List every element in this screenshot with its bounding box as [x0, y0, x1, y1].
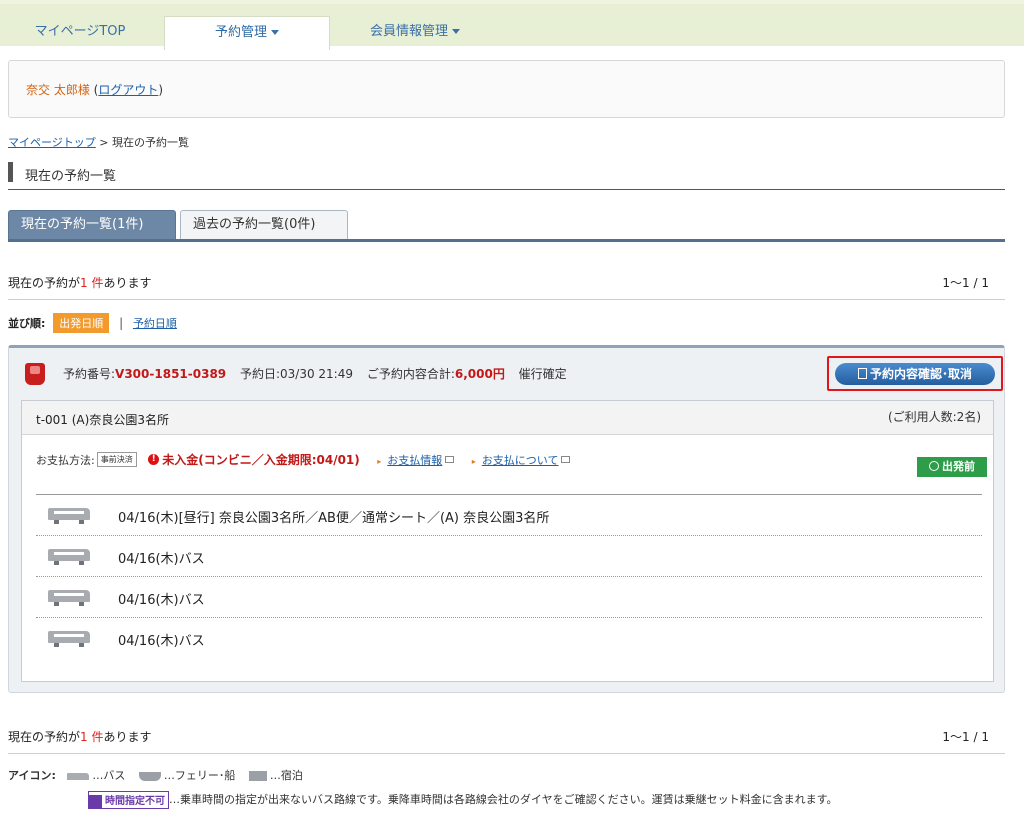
tab-current-reservations[interactable]: 現在の予約一覧(1件)	[8, 210, 176, 239]
leg-label: 04/16(木)[昼行] 奈良公園3名所／AB便／通常シート／(A) 奈良公園3…	[118, 511, 550, 526]
user-greeting: 奈交 太郎様 (ログアウト)	[26, 81, 163, 98]
time-unspecified-badge: 時間指定不可	[88, 791, 169, 809]
sort-reservation-date-link[interactable]: 予約日順	[133, 317, 177, 330]
legend-label: アイコン:	[8, 769, 56, 782]
count-number: 1 件	[80, 276, 104, 290]
reservation-count-top: 現在の予約が1 件あります 1～1 / 1	[8, 264, 1005, 300]
leg-list: 04/16(木)[昼行] 奈良公園3名所／AB便／通常シート／(A) 奈良公園3…	[36, 494, 982, 658]
count-suffix: あります	[103, 276, 152, 290]
payment-row: お支払方法:事前決済 !未入金(コンビニ／入金期限:04/01) お支払情報 お…	[36, 451, 982, 477]
status-badge: 出発前	[917, 457, 987, 477]
pagination-range: 1～1 / 1	[942, 276, 989, 290]
nav-reservation-label: 予約管理	[214, 25, 267, 40]
depart-badge-label: 出発前	[942, 460, 975, 473]
reservation-count-bottom: 現在の予約が1 件あります 1～1 / 1	[8, 718, 1005, 754]
legend-hotel: …宿泊	[269, 769, 303, 782]
list-item: 04/16(木)バス	[36, 617, 982, 658]
passenger-count: (ご利用人数:2名)	[887, 410, 981, 424]
payment-type-badge: 事前決済	[96, 452, 137, 467]
nav-member-info[interactable]: 会員情報管理	[332, 16, 498, 50]
icon-legend: アイコン: …バス …フェリー･船 …宿泊	[8, 767, 303, 783]
reservation-date: 予約日:03/30 21:49	[239, 367, 353, 381]
breadcrumb-home-link[interactable]: マイページトップ	[8, 136, 96, 149]
bus-icon	[89, 794, 102, 808]
route-header: t-001 (A)奈良公園3名所 (ご利用人数:2名)	[22, 401, 993, 435]
count-prefix: 現在の予約が	[8, 730, 81, 744]
reservation-number: V300-1851-0389	[115, 367, 227, 381]
nav-reservation-management[interactable]: 予約管理	[164, 16, 330, 50]
legend-note: 時間指定不可 …乗車時間の指定が出来ないバス路線です。乗降車時間は各路線会社のダイ…	[88, 791, 837, 809]
badge-label: 時間指定不可	[105, 796, 165, 808]
breadcrumb-current: 現在の予約一覧	[112, 136, 189, 149]
payment-info-link[interactable]: お支払情報	[377, 454, 442, 467]
sort-departure-date[interactable]: 出発日順	[53, 313, 110, 333]
total-label: ご予約内容合計:	[366, 367, 455, 381]
document-icon	[857, 368, 867, 379]
nav-member-label: 会員情報管理	[369, 24, 448, 39]
total-amount: 6,000円	[454, 367, 505, 381]
confirm-cancel-label: 予約内容確認･取消	[869, 367, 972, 381]
reservation-header: 予約番号:V300-1851-0389 予約日:03/30 21:49 ご予約内…	[9, 348, 1004, 395]
chevron-down-icon	[271, 30, 279, 35]
confirm-cancel-button[interactable]: 予約内容確認･取消	[835, 363, 995, 385]
route-name: t-001 (A)奈良公園3名所	[36, 413, 169, 427]
bus-icon	[48, 590, 90, 606]
clock-icon	[929, 461, 939, 471]
page-heading: 現在の予約一覧	[8, 160, 1005, 190]
new-window-icon	[561, 456, 571, 463]
bus-icon	[48, 549, 90, 565]
logout-link[interactable]: ログアウト	[98, 83, 158, 97]
reservation-summary: 予約番号:V300-1851-0389 予約日:03/30 21:49 ご予約内…	[63, 365, 567, 382]
page-title: 現在の予約一覧	[25, 169, 117, 184]
ferry-icon	[138, 771, 161, 781]
list-item: 04/16(木)バス	[36, 576, 982, 617]
breadcrumb-separator: >	[95, 136, 112, 149]
sort-bar: 並び順: 出発日順 | 予約日順	[8, 313, 177, 333]
count-prefix: 現在の予約が	[8, 276, 81, 290]
leg-label: 04/16(木)バス	[118, 593, 205, 608]
confirm-button-highlight: 予約内容確認･取消	[827, 356, 1003, 391]
bus-icon	[67, 772, 90, 780]
legend-ferry: …フェリー･船	[163, 769, 236, 782]
reservation-card: 予約番号:V300-1851-0389 予約日:03/30 21:49 ご予約内…	[8, 345, 1005, 693]
legend-note-text: …乗車時間の指定が出来ないバス路線です。乗降車時間は各路線会社のダイヤをご確認く…	[169, 793, 838, 806]
bus-icon	[48, 631, 90, 647]
nav-mypage-top-label: マイページTOP	[34, 24, 126, 39]
unpaid-status: 未入金(コンビニ／入金期限:04/01)	[162, 453, 360, 467]
count-text: 現在の予約が1 件あります	[8, 728, 151, 745]
new-window-icon	[445, 456, 455, 463]
heading-bar	[8, 162, 13, 182]
count-number: 1 件	[80, 730, 104, 744]
bus-icon	[48, 508, 90, 524]
list-item: 04/16(木)バス	[36, 535, 982, 576]
warning-icon: !	[148, 454, 160, 465]
payment-label: お支払方法:	[36, 453, 95, 467]
reservation-number-label: 予約番号:	[63, 367, 116, 381]
pagination-range: 1～1 / 1	[942, 730, 989, 744]
chevron-down-icon	[452, 29, 460, 34]
list-item: 04/16(木)[昼行] 奈良公園3名所／AB便／通常シート／(A) 奈良公園3…	[36, 494, 982, 535]
user-name: 奈交 太郎様	[26, 83, 90, 97]
reservation-detail: t-001 (A)奈良公園3名所 (ご利用人数:2名) お支払方法: 事前決済 !…	[21, 400, 994, 682]
paren-close: )	[158, 83, 164, 97]
about-payment-link[interactable]: お支払について	[472, 454, 559, 467]
user-box: 奈交 太郎様 (ログアウト)	[8, 60, 1005, 118]
top-nav: マイページTOP 予約管理 会員情報管理	[0, 0, 1024, 50]
sort-label: 並び順:	[8, 317, 46, 330]
legend-bus: …バス	[92, 769, 126, 782]
reservation-tag-icon	[25, 363, 45, 385]
sort-separator: |	[119, 316, 124, 330]
count-text: 現在の予約が1 件あります	[8, 274, 151, 291]
leg-label: 04/16(木)バス	[118, 634, 205, 649]
tab-past-reservations[interactable]: 過去の予約一覧(0件)	[180, 210, 348, 239]
breadcrumb: マイページトップ > 現在の予約一覧	[8, 134, 189, 150]
nav-mypage-top[interactable]: マイページTOP	[0, 16, 160, 50]
reservation-tabs: 現在の予約一覧(1件) 過去の予約一覧(0件)	[8, 210, 1005, 242]
count-suffix: あります	[103, 730, 152, 744]
leg-label: 04/16(木)バス	[118, 552, 205, 567]
hotel-icon	[248, 771, 267, 781]
reservation-status: 催行確定	[518, 367, 567, 381]
